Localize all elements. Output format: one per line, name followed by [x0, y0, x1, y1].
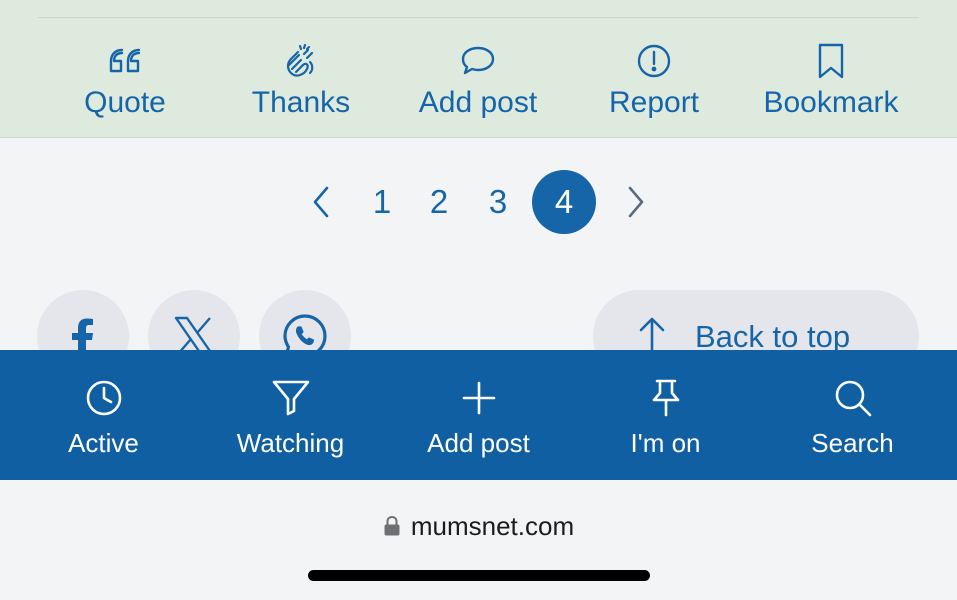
chevron-right-icon[interactable] [615, 182, 655, 222]
bottom-navigation-bar: Active Watching Add post I'm on Search [0, 350, 957, 480]
bookmark-icon [818, 43, 844, 79]
add-post-label: Add post [418, 86, 538, 119]
clock-icon [86, 380, 121, 416]
url-text: mumsnet.com [410, 511, 575, 541]
speech-bubble-icon [461, 46, 495, 75]
url-display[interactable]: mumsnet.com [0, 511, 957, 542]
nav-watching-label: Watching [236, 428, 345, 458]
nav-search[interactable]: Search [759, 378, 946, 458]
nav-search-label: Search [811, 428, 894, 458]
page-link-3[interactable]: 3 [466, 170, 530, 234]
page-link-4-current[interactable]: 4 [532, 170, 596, 234]
thanks-button[interactable]: Thanks [213, 42, 389, 120]
lock-icon [384, 515, 400, 536]
quote-icon [109, 48, 141, 73]
divider [38, 17, 919, 18]
nav-add-post-label: Add post [427, 428, 530, 458]
page-link-2[interactable]: 2 [407, 170, 471, 234]
post-actions-bar: Quote Thanks Add post Report Bookmark [0, 0, 957, 138]
thanks-label: Thanks [251, 86, 351, 119]
bookmark-button[interactable]: Bookmark [743, 42, 919, 120]
clapping-hands-icon [286, 43, 314, 77]
search-icon [835, 380, 871, 417]
plus-icon [462, 381, 495, 415]
back-to-top-label: Back to top [695, 319, 851, 354]
pin-icon [652, 379, 679, 417]
nav-active[interactable]: Active [10, 378, 197, 458]
nav-watching[interactable]: Watching [197, 378, 384, 458]
page-link-1[interactable]: 1 [350, 170, 414, 234]
pagination: 1 2 3 4 [0, 170, 957, 234]
arrow-up-icon [639, 317, 665, 354]
bookmark-label: Bookmark [763, 86, 899, 119]
filter-icon [272, 380, 309, 416]
report-label: Report [608, 86, 700, 119]
nav-im-on[interactable]: I'm on [572, 378, 759, 458]
nav-im-on-label: I'm on [630, 428, 701, 458]
home-indicator[interactable] [308, 570, 650, 581]
nav-add-post[interactable]: Add post [385, 378, 572, 458]
nav-active-label: Active [68, 428, 139, 458]
add-post-button[interactable]: Add post [390, 42, 566, 120]
chevron-left-icon[interactable] [302, 182, 342, 222]
report-button[interactable]: Report [566, 42, 742, 120]
browser-address-bar: mumsnet.com [0, 480, 957, 600]
exclamation-circle-icon [637, 44, 671, 78]
quote-button[interactable]: Quote [37, 42, 213, 120]
quote-label: Quote [84, 86, 166, 119]
